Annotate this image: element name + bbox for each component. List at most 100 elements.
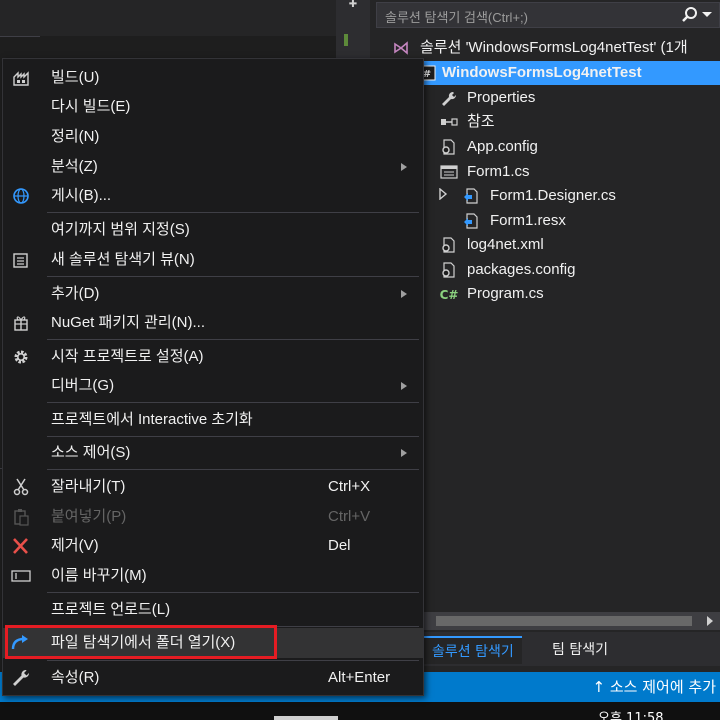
menu-item-label: 디버그(G) (51, 377, 115, 394)
tree-item-solution[interactable]: 솔루션 'WindowsFormsLog4netTest' (1개 (370, 36, 720, 60)
menu-item-source-control[interactable]: 소스 제어(S) (3, 438, 423, 468)
project-context-menu: 빌드(U) 다시 빌드(E) 정리(N) 분석(Z) 게시(B)... 여기까지… (2, 58, 424, 696)
tree-item-label: Form1.resx (490, 212, 566, 229)
menu-item-remove[interactable]: 제거(V) Del (3, 531, 423, 561)
wrench-icon (13, 669, 30, 686)
menu-item-label: 소스 제어(S) (51, 444, 131, 461)
add-to-source-control-button[interactable]: ↑ 소스 제어에 추가 (593, 672, 720, 702)
highlight-annotation-box (5, 625, 277, 659)
horizontal-scrollbar[interactable] (420, 612, 720, 630)
menu-item-publish[interactable]: 게시(B)... (3, 181, 423, 211)
menu-item-build[interactable]: 빌드(U) (3, 63, 423, 93)
tree-item-project[interactable]: # WindowsFormsLog4netTest (412, 61, 720, 85)
tree-item-label: log4net.xml (467, 236, 544, 253)
nuget-icon (14, 316, 28, 331)
menu-item-label: 프로젝트에서 Interactive 초기화 (51, 411, 253, 428)
resx-file-icon (464, 213, 478, 229)
tree-item-label: 참조 (467, 113, 495, 130)
close-icon (13, 538, 28, 554)
menu-item-label: 빌드(U) (51, 69, 100, 86)
menu-item-shortcut: Del (328, 537, 351, 554)
submenu-arrow-icon (401, 163, 407, 171)
explorer-tab-strip: 솔루션 탐색기 팀 탐색기 (420, 632, 720, 666)
gear-icon (14, 350, 28, 364)
menu-separator (47, 276, 419, 277)
menu-item-initialize-interactive[interactable]: 프로젝트에서 Interactive 초기화 (3, 405, 423, 435)
menu-item-clean[interactable]: 정리(N) (3, 122, 423, 152)
menu-item-label: 제거(V) (51, 537, 99, 554)
tree-item-label: Form1.cs (467, 163, 530, 180)
menu-item-label: 속성(R) (51, 669, 100, 686)
menu-separator (47, 592, 419, 593)
submenu-arrow-icon (401, 449, 407, 457)
tree-item-label: Properties (467, 89, 536, 106)
search-placeholder: 솔루션 탐색기 검색(Ctrl+;) (385, 10, 528, 25)
menu-separator (47, 212, 419, 213)
tree-item-label: 솔루션 'WindowsFormsLog4netTest' (1개 (420, 39, 688, 56)
menu-item-debug[interactable]: 디버그(G) (3, 371, 423, 401)
scroll-right-icon[interactable] (706, 615, 714, 627)
menu-separator (47, 402, 419, 403)
submenu-arrow-icon (401, 290, 407, 298)
menu-item-label: 정리(N) (51, 128, 100, 145)
csharp-file-icon: C# (440, 288, 458, 302)
menu-separator (47, 339, 419, 340)
menu-item-analyze[interactable]: 분석(Z) (3, 152, 423, 182)
taskbar-window-thumbnail[interactable] (274, 716, 338, 720)
menu-item-label: 분석(Z) (51, 158, 98, 175)
menu-item-label: 추가(D) (51, 285, 100, 302)
form-icon (440, 165, 458, 179)
menu-item-unload-project[interactable]: 프로젝트 언로드(L) (3, 595, 423, 625)
tree-item-label: Form1.Designer.cs (490, 187, 616, 204)
menu-item-label: 게시(B)... (51, 187, 112, 204)
menu-item-label: 붙여넣기(P) (51, 508, 127, 525)
tree-item-label: WindowsFormsLog4netTest (442, 64, 642, 81)
menu-item-paste[interactable]: 붙여넣기(P) Ctrl+V (3, 502, 423, 532)
menu-separator (47, 469, 419, 470)
menu-item-rename[interactable]: 이름 바꾸기(M) (3, 561, 423, 591)
menu-item-scope-to-this[interactable]: 여기까지 범위 지정(S) (3, 215, 423, 245)
taskbar-clock: 오후 11:58 (598, 711, 664, 720)
menu-item-label: 새 솔루션 탐색기 뷰(N) (51, 251, 195, 268)
references-icon (441, 118, 458, 126)
menu-item-label: 잘라내기(T) (51, 478, 126, 495)
menu-item-properties[interactable]: 속성(R) Alt+Enter (3, 663, 423, 693)
menu-item-shortcut: Alt+Enter (328, 669, 391, 686)
menu-item-label: 여기까지 범위 지정(S) (51, 221, 190, 238)
solution-explorer-search-input[interactable]: 솔루션 탐색기 검색(Ctrl+;) (376, 2, 720, 28)
menu-item-manage-nuget[interactable]: NuGet 패키지 관리(N)... (3, 308, 423, 338)
menu-item-label: NuGet 패키지 관리(N)... (51, 314, 206, 331)
submenu-arrow-icon (401, 382, 407, 390)
tab-solution-explorer[interactable]: 솔루션 탐색기 (424, 636, 522, 664)
editor-divider-line (0, 36, 40, 37)
menu-item-set-startup-project[interactable]: 시작 프로젝트로 설정(A) (3, 342, 423, 372)
menu-item-rebuild[interactable]: 다시 빌드(E) (3, 92, 423, 122)
tab-team-explorer[interactable]: 팀 탐색기 (544, 636, 616, 664)
menu-item-shortcut: Ctrl+V (328, 508, 371, 525)
rename-icon (11, 570, 31, 582)
config-file-icon (442, 262, 455, 278)
menu-item-cut[interactable]: 잘라내기(T) Ctrl+X (3, 472, 423, 502)
menu-separator (47, 436, 419, 437)
menu-item-new-solution-explorer-view[interactable]: 새 솔루션 탐색기 뷰(N) (3, 245, 423, 275)
tree-item-label: Program.cs (467, 285, 544, 302)
pin-icon[interactable]: ✚ (344, 0, 362, 10)
menu-separator (47, 660, 419, 661)
menu-item-label: 시작 프로젝트로 설정(A) (51, 348, 204, 365)
tree-item-label: App.config (467, 138, 538, 155)
wrench-icon (442, 91, 457, 106)
scissors-icon (13, 478, 29, 496)
menu-item-label: 프로젝트 언로드(L) (51, 601, 171, 618)
taskbar: 오후 11:58 (0, 702, 720, 720)
menu-item-label: 이름 바꾸기(M) (51, 567, 147, 584)
scrollbar-thumb[interactable] (436, 616, 692, 626)
config-file-icon (442, 139, 455, 155)
menu-item-shortcut: Ctrl+X (328, 478, 371, 495)
new-view-icon (13, 253, 28, 268)
paste-icon (14, 509, 29, 526)
menu-item-add[interactable]: 추가(D) (3, 279, 423, 309)
build-icon (13, 71, 29, 86)
csharp-file-icon (464, 188, 478, 204)
change-marker (344, 34, 348, 46)
search-icon[interactable] (677, 5, 713, 25)
